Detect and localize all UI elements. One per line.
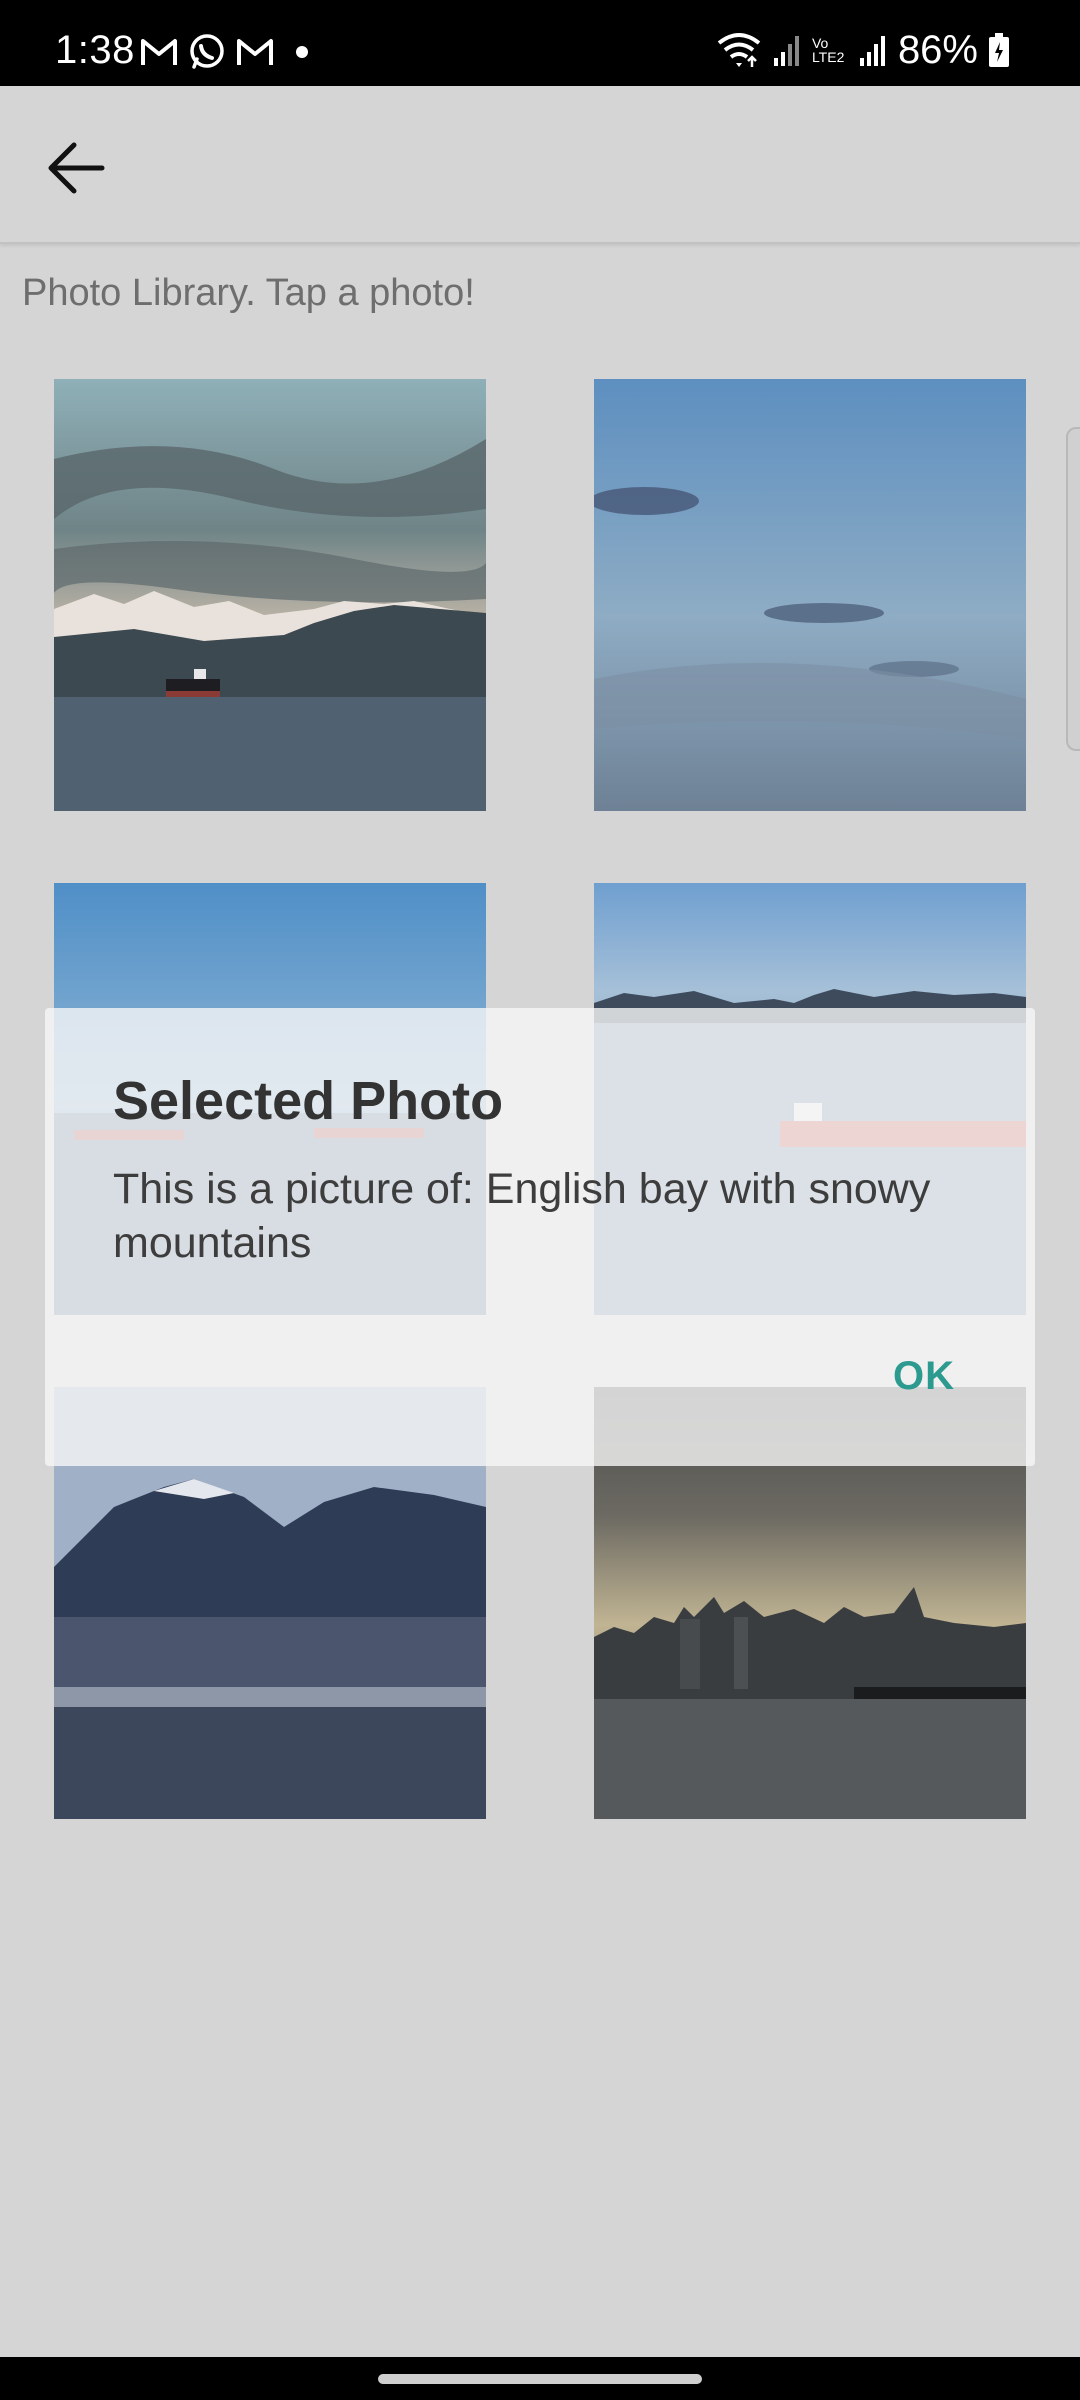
photo-mountains-ship[interactable] [54,379,486,811]
volte-label-top: Vo [811,35,829,51]
signal-icon [859,36,885,66]
volte-label-bottom: LTE2 [811,49,845,65]
system-icons: Vo LTE2 86% [716,28,1010,72]
home-indicator[interactable] [378,2374,702,2384]
status-bar: 1:38 Vo LTE2 86% [0,0,1080,86]
scroll-handle[interactable] [1066,427,1080,751]
gmail-icon [237,39,273,65]
back-button[interactable] [34,126,118,210]
signal-icon [773,36,799,66]
battery-percent: 86% [897,28,978,72]
notification-icons [140,32,314,72]
wifi-icon [717,33,761,67]
status-time: 1:38 [55,28,135,72]
battery-icon [989,33,1009,67]
dialog-title: Selected Photo [113,1071,504,1131]
selected-photo-dialog: Selected Photo This is a picture of: Eng… [45,1008,1035,1466]
whatsapp-icon [190,34,224,69]
arrow-back-icon [48,142,105,194]
dialog-message: This is a picture of: English bay with s… [113,1165,931,1267]
screen: 1:38 Vo LTE2 86% Photo Library. Tap a ph… [0,0,1080,2400]
ok-button[interactable]: OK [893,1354,955,1399]
volte-icon: Vo LTE2 [812,36,848,64]
page-subtitle: Photo Library. Tap a photo! [22,272,475,314]
app-bar [0,86,1080,244]
gmail-icon [141,39,177,65]
photo-sky-clouds[interactable] [594,379,1026,811]
dot-icon [296,46,308,58]
